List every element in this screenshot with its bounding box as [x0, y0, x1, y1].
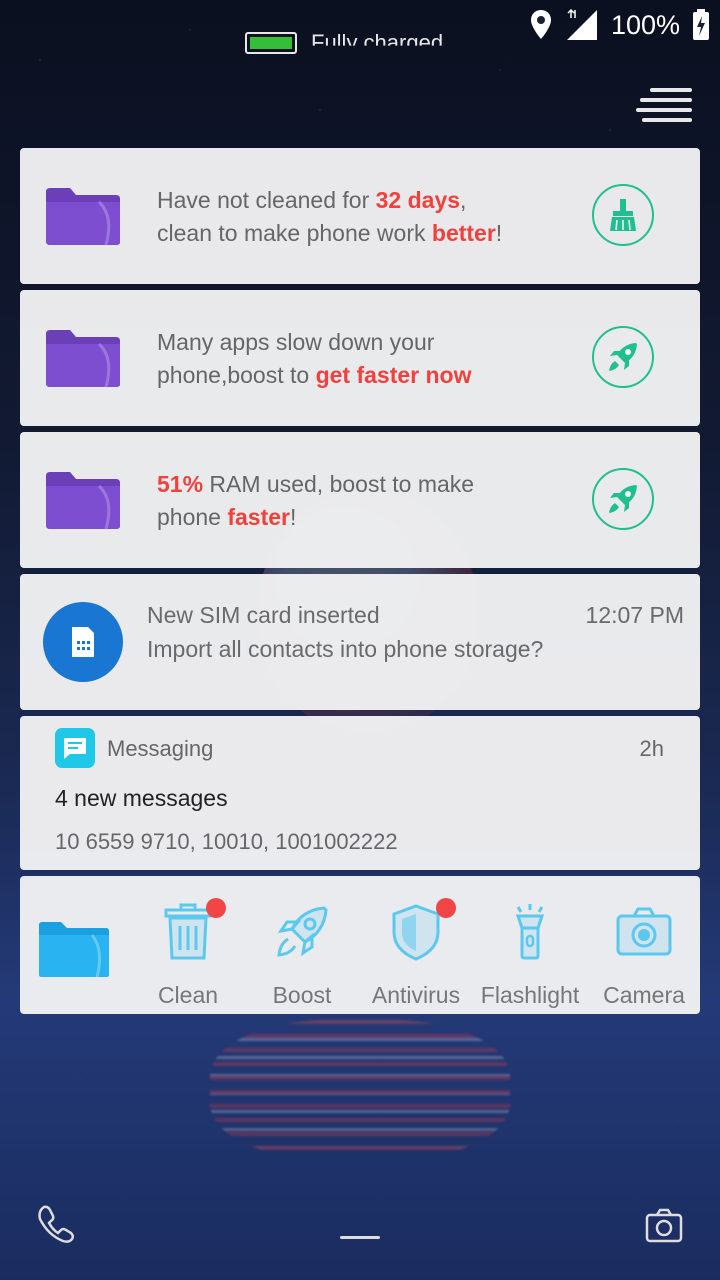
- antivirus-tool[interactable]: Antivirus: [358, 876, 474, 1014]
- clean-action-button[interactable]: [592, 184, 654, 246]
- messaging-senders: 10 6559 9710, 10010, 1001002222: [55, 829, 398, 854]
- signal-icon: [566, 8, 597, 40]
- rocket-icon: [609, 485, 637, 513]
- charging-text: Fully charged: [311, 30, 444, 55]
- battery-charging-icon: [693, 9, 709, 40]
- camera-label: Camera: [603, 982, 685, 1008]
- charging-indicator: Fully charged: [245, 30, 443, 56]
- sim-card-icon: [72, 627, 94, 657]
- sim-notification-time: 12:07 PM: [585, 602, 684, 628]
- messaging-app-name: Messaging: [107, 736, 214, 761]
- menu-icon[interactable]: [634, 88, 692, 124]
- tip-text: 51% RAM used, boost to make phone faster…: [157, 471, 475, 530]
- messaging-title: 4 new messages: [55, 785, 228, 811]
- camera-tool[interactable]: Camera: [586, 876, 702, 1014]
- folder-icon: [46, 188, 120, 246]
- antivirus-badge: [436, 898, 456, 918]
- camera-shortcut-icon[interactable]: [644, 1205, 684, 1245]
- clean-label: Clean: [157, 982, 219, 1008]
- boost-tool[interactable]: Boost: [244, 876, 360, 1014]
- quick-tools-card: Clean Boost Antivirus Flashlight Camera: [20, 876, 700, 1014]
- messaging-app-icon: [55, 728, 95, 768]
- flashlight-tool[interactable]: Flashlight: [472, 876, 588, 1014]
- broom-icon: [610, 199, 636, 231]
- clean-tool[interactable]: Clean: [130, 876, 246, 1014]
- phone-icon[interactable]: [36, 1204, 76, 1244]
- file-manager-shortcut[interactable]: [20, 876, 136, 1014]
- sim-notification-title: New SIM card inserted: [147, 602, 380, 628]
- camera-icon: [616, 907, 672, 956]
- ram-tip-card[interactable]: 51% RAM used, boost to make phone faster…: [20, 432, 700, 568]
- rocket-icon: [277, 906, 328, 957]
- folder-icon: [46, 330, 120, 388]
- flashlight-icon: [515, 904, 545, 960]
- battery-level-icon: [245, 32, 297, 54]
- tip-text: Have not cleaned for 32 days, clean to m…: [157, 187, 503, 246]
- boost-label: Boost: [272, 982, 332, 1008]
- antivirus-label: Antivirus: [371, 982, 461, 1008]
- battery-percent: 100%: [610, 9, 680, 40]
- wallpaper-reflection: [210, 1020, 510, 1160]
- messaging-notification[interactable]: Messaging 2h 4 new messages 10 6559 9710…: [20, 716, 700, 870]
- status-bar: Fully charged 100%: [0, 0, 720, 54]
- chat-bubble-icon: [64, 738, 86, 759]
- folder-icon: [46, 472, 120, 530]
- messaging-time: 2h: [639, 736, 664, 761]
- rocket-icon: [609, 343, 637, 371]
- boost-tip-card[interactable]: Many apps slow down your phone,boost to …: [20, 290, 700, 426]
- clean-tip-card[interactable]: Have not cleaned for 32 days, clean to m…: [20, 148, 700, 284]
- boost-action-button[interactable]: [592, 326, 654, 388]
- location-icon: [530, 10, 551, 39]
- boost-action-button[interactable]: [592, 468, 654, 530]
- flashlight-label: Flashlight: [480, 982, 580, 1008]
- clean-badge: [206, 898, 226, 918]
- sim-card-avatar: [43, 602, 123, 682]
- sim-notification-body: Import all contacts into phone storage?: [147, 636, 544, 662]
- blue-folder-icon: [39, 922, 109, 978]
- sim-notification[interactable]: New SIM card inserted 12:07 PM Import al…: [20, 574, 700, 710]
- tip-text: Many apps slow down your phone,boost to …: [157, 329, 472, 388]
- home-handle[interactable]: [340, 1236, 380, 1239]
